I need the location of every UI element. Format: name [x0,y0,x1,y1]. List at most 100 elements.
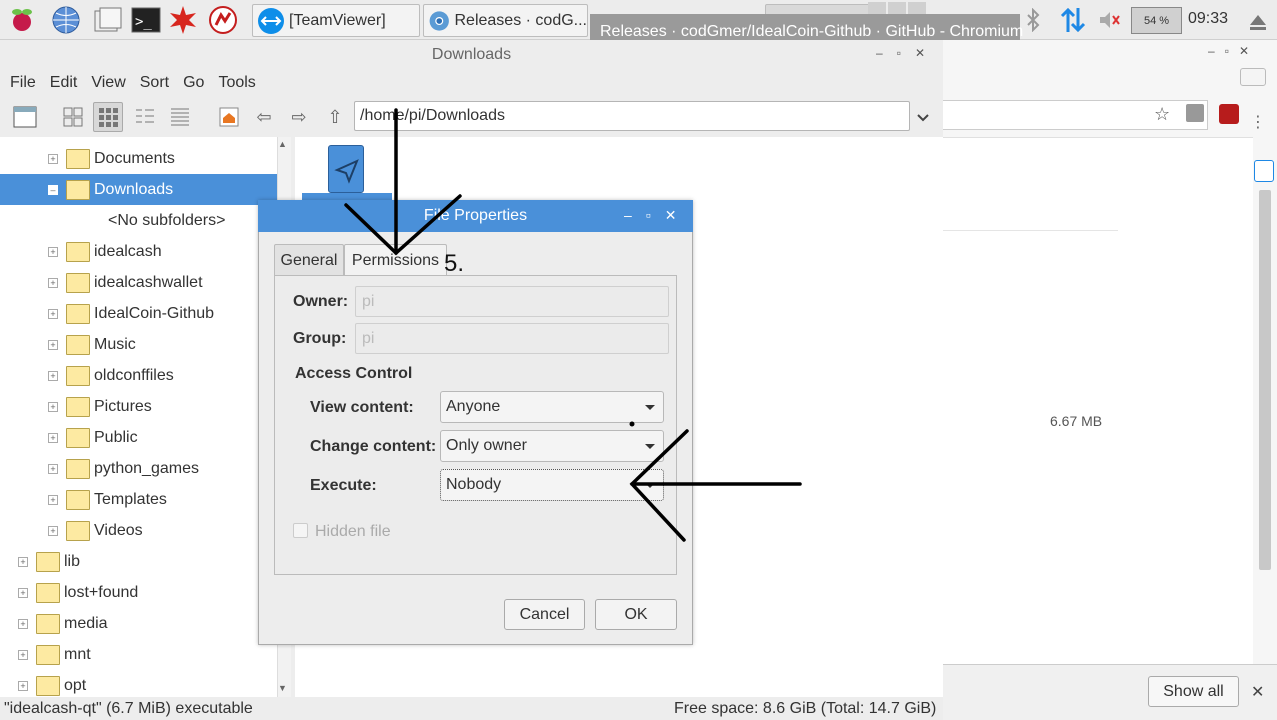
expand-icon[interactable]: + [48,308,58,319]
web-browser-icon[interactable] [50,4,82,36]
ok-button[interactable]: OK [595,599,677,630]
tab-permissions[interactable]: Permissions [344,244,447,276]
execute-select[interactable]: Nobody [440,469,664,501]
expand-icon[interactable]: + [18,649,28,660]
tree-item[interactable]: + python_games [0,453,277,484]
scroll-up-icon[interactable]: ▲ [278,139,287,149]
expand-icon[interactable]: + [48,432,58,443]
tree-item[interactable]: + idealcash [0,236,277,267]
view-thumbnails-icon[interactable] [93,102,123,132]
back-icon[interactable]: ⇦ [249,102,279,132]
expand-icon[interactable]: + [48,525,58,536]
task-teamviewer[interactable]: [TeamViewer] [252,4,420,37]
expand-icon[interactable]: + [18,587,28,598]
menu-file[interactable]: File [10,74,36,92]
up-icon[interactable]: ⇧ [320,102,350,132]
expand-icon[interactable]: + [18,618,28,629]
close-icon[interactable]: ✕ [665,207,677,224]
path-input[interactable]: /home/pi/Downloads [354,101,910,131]
view-content-select[interactable]: Anyone [440,391,664,423]
tree-item[interactable]: + lib [0,546,277,577]
path-history-chevron-icon[interactable] [916,110,930,128]
tree-item[interactable]: + Documents [0,143,277,174]
maximize-icon[interactable]: ▫ [1225,44,1229,60]
close-download-bar-icon[interactable]: ✕ [1251,682,1264,702]
tree-item[interactable]: + mnt [0,639,277,670]
tree-item[interactable]: + Videos [0,515,277,546]
close-icon[interactable]: ✕ [915,46,925,60]
group-field[interactable]: pi [355,323,669,354]
expand-icon[interactable]: + [48,246,58,257]
menu-go[interactable]: Go [183,74,204,92]
cpu-monitor[interactable]: 54 % [1131,7,1182,34]
math-kernel-icon[interactable] [167,4,199,36]
expand-icon[interactable]: + [18,680,28,691]
maximize-icon[interactable]: ▫ [897,46,901,60]
tree-item[interactable]: – Downloads [0,174,277,205]
minimize-icon[interactable]: – [876,46,883,60]
tree-item[interactable]: + lost+found [0,577,277,608]
show-all-button[interactable]: Show all [1148,676,1239,707]
menu-icon[interactable]: ⋮ [1250,112,1266,132]
expand-icon[interactable]: + [48,463,58,474]
menu-sort[interactable]: Sort [140,74,169,92]
new-window-icon[interactable] [10,102,40,132]
idealcash-qt-file-icon[interactable] [328,145,364,193]
view-list-icon[interactable] [165,102,195,132]
tree-item[interactable]: + Pictures [0,391,277,422]
tree-item[interactable]: + Templates [0,484,277,515]
volume-muted-icon[interactable] [1098,9,1122,36]
terminal-icon[interactable]: >_ [130,4,162,36]
tree-item[interactable]: <No subfolders> [0,205,277,236]
bookmark-star-icon[interactable]: ☆ [1154,104,1170,125]
eject-icon[interactable] [1248,12,1268,37]
scroll-down-icon[interactable]: ▼ [278,683,287,693]
raspberry-menu-icon[interactable] [6,4,38,36]
expand-icon[interactable]: + [48,339,58,350]
expand-icon[interactable]: + [48,153,58,164]
expand-icon[interactable]: + [18,556,28,567]
cancel-button[interactable]: Cancel [504,599,585,630]
change-content-select[interactable]: Only owner [440,430,664,462]
tree-item[interactable]: + Public [0,422,277,453]
tree-item[interactable]: + idealcashwallet [0,267,277,298]
file-manager-icon[interactable] [92,4,124,36]
folder-icon [66,334,90,355]
wolfram-icon[interactable] [207,4,239,36]
menu-view[interactable]: View [91,74,125,92]
close-icon[interactable]: ✕ [1239,44,1249,60]
expand-icon[interactable]: + [48,494,58,505]
home-icon[interactable] [214,102,244,132]
tree-item[interactable]: + media [0,608,277,639]
teamviewer-side-icon[interactable] [1254,160,1274,182]
bluetooth-icon[interactable] [1024,7,1044,37]
collapse-icon[interactable]: – [48,184,58,195]
minimize-icon[interactable]: – [624,207,632,224]
tab-general[interactable]: General [274,244,344,276]
tree-item[interactable]: + Music [0,329,277,360]
profile-icon[interactable] [1240,68,1266,86]
expand-icon[interactable]: + [48,401,58,412]
view-icons-icon[interactable] [58,102,88,132]
maximize-icon[interactable]: ▫ [646,207,651,224]
forward-icon[interactable]: ⇨ [284,102,314,132]
execute-label: Execute: [310,477,377,494]
ublock-icon[interactable] [1219,104,1239,124]
menu-edit[interactable]: Edit [50,74,78,92]
hidden-file-checkbox[interactable] [293,523,308,538]
network-arrows-icon[interactable] [1060,6,1086,39]
owner-field[interactable]: pi [355,286,669,317]
clock[interactable]: 09:33 [1188,10,1228,28]
tree-item[interactable]: + IdealCoin-Github [0,298,277,329]
extension-icon[interactable] [1186,104,1204,122]
tree-item-label: Pictures [94,397,152,415]
minimize-icon[interactable]: – [1208,44,1215,60]
tree-item[interactable]: + oldconffiles [0,360,277,391]
expand-icon[interactable]: + [48,277,58,288]
task-chromium[interactable]: Releases · codG... [423,4,588,37]
menu-tools[interactable]: Tools [218,74,255,92]
view-compact-icon[interactable] [130,102,160,132]
expand-icon[interactable]: + [48,370,58,381]
chromium-scroll-thumb[interactable] [1259,190,1271,570]
status-free-space: Free space: 8.6 GiB (Total: 14.7 GiB) [674,699,937,717]
